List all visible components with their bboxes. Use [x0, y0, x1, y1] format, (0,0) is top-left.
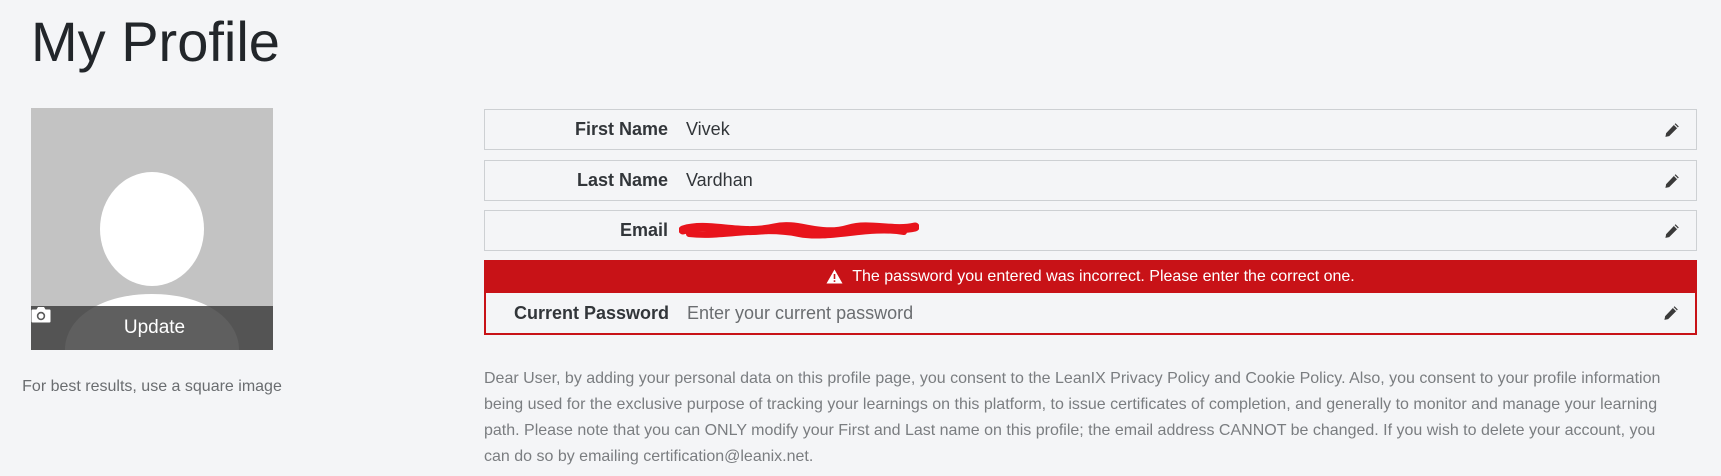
password-error-banner: The password you entered was incorrect. …	[484, 260, 1697, 293]
update-avatar-label: Update	[123, 317, 186, 338]
first-name-label: First Name	[574, 119, 668, 139]
email-redaction-scribble	[679, 222, 919, 239]
current-password-input[interactable]	[687, 302, 1661, 324]
pencil-icon[interactable]	[1662, 171, 1682, 191]
pencil-icon[interactable]	[1662, 120, 1682, 140]
current-password-label: Current Password	[513, 302, 669, 323]
update-avatar-button[interactable]: Update	[31, 306, 273, 350]
pencil-icon[interactable]	[1662, 221, 1682, 241]
warning-icon	[826, 269, 843, 284]
avatar-hint: For best results, use a square image	[22, 378, 282, 395]
avatar: Update	[31, 108, 273, 350]
email-row: Email	[484, 210, 1697, 251]
last-name-row: Last Name Vardhan	[484, 160, 1697, 201]
password-error-message: The password you entered was incorrect. …	[852, 267, 1355, 285]
first-name-row: First Name Vivek	[484, 109, 1697, 150]
pencil-icon[interactable]	[1661, 303, 1681, 323]
last-name-label: Last Name	[576, 170, 668, 190]
consent-notice: Dear User, by adding your personal data …	[484, 370, 1661, 465]
first-name-value: Vivek	[686, 119, 730, 139]
current-password-row: Current Password	[484, 293, 1697, 335]
page-title: My Profile	[31, 10, 280, 73]
last-name-value: Vardhan	[686, 170, 753, 190]
email-label: Email	[619, 220, 668, 240]
